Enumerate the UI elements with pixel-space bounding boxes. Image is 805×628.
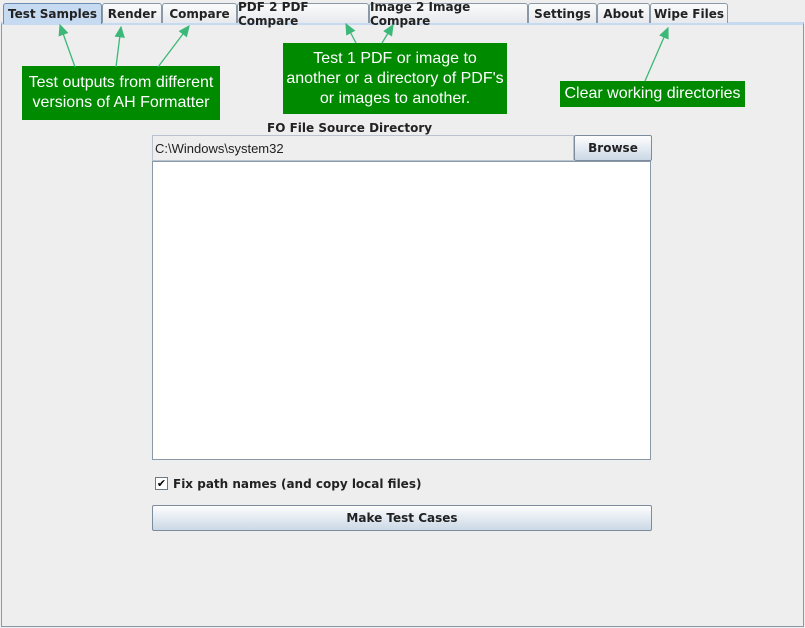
tab-settings[interactable]: Settings bbox=[528, 3, 597, 23]
callout-text: Test 1 PDF or image to bbox=[313, 49, 477, 67]
tab-pdf-compare[interactable]: PDF 2 PDF Compare bbox=[237, 0, 369, 28]
tab-wipe-files[interactable]: Wipe Files bbox=[650, 3, 728, 23]
source-directory-label: FO File Source Directory bbox=[267, 121, 433, 135]
file-list[interactable] bbox=[152, 161, 651, 460]
source-directory-input[interactable]: C:\Windows\system32 bbox=[152, 135, 574, 161]
tab-test-samples[interactable]: Test Samples bbox=[3, 3, 102, 24]
callout-versions: Test outputs from different versions of … bbox=[22, 66, 220, 120]
tab-about[interactable]: About bbox=[597, 3, 650, 23]
make-test-cases-button[interactable]: Make Test Cases bbox=[152, 505, 652, 531]
browse-button[interactable]: Browse bbox=[574, 135, 652, 161]
callout-text: Test outputs from different bbox=[28, 74, 214, 91]
callout-text: or images to another. bbox=[319, 89, 471, 107]
callout-text: versions of AH Formatter bbox=[32, 94, 210, 111]
tab-image-compare[interactable]: Image 2 Image Compare bbox=[369, 0, 528, 28]
callout-text: another or a directory of PDF's bbox=[286, 69, 504, 87]
callout-compare: Test 1 PDF or image to another or a dire… bbox=[283, 43, 507, 114]
callout-text: Clear working directories bbox=[564, 85, 741, 102]
fix-paths-label[interactable]: Fix path names (and copy local files) bbox=[173, 477, 421, 491]
tab-render[interactable]: Render bbox=[102, 3, 162, 23]
fix-paths-checkbox[interactable]: ✔ bbox=[155, 477, 168, 490]
callout-wipe: Clear working directories bbox=[560, 81, 745, 107]
tab-compare[interactable]: Compare bbox=[162, 3, 237, 23]
